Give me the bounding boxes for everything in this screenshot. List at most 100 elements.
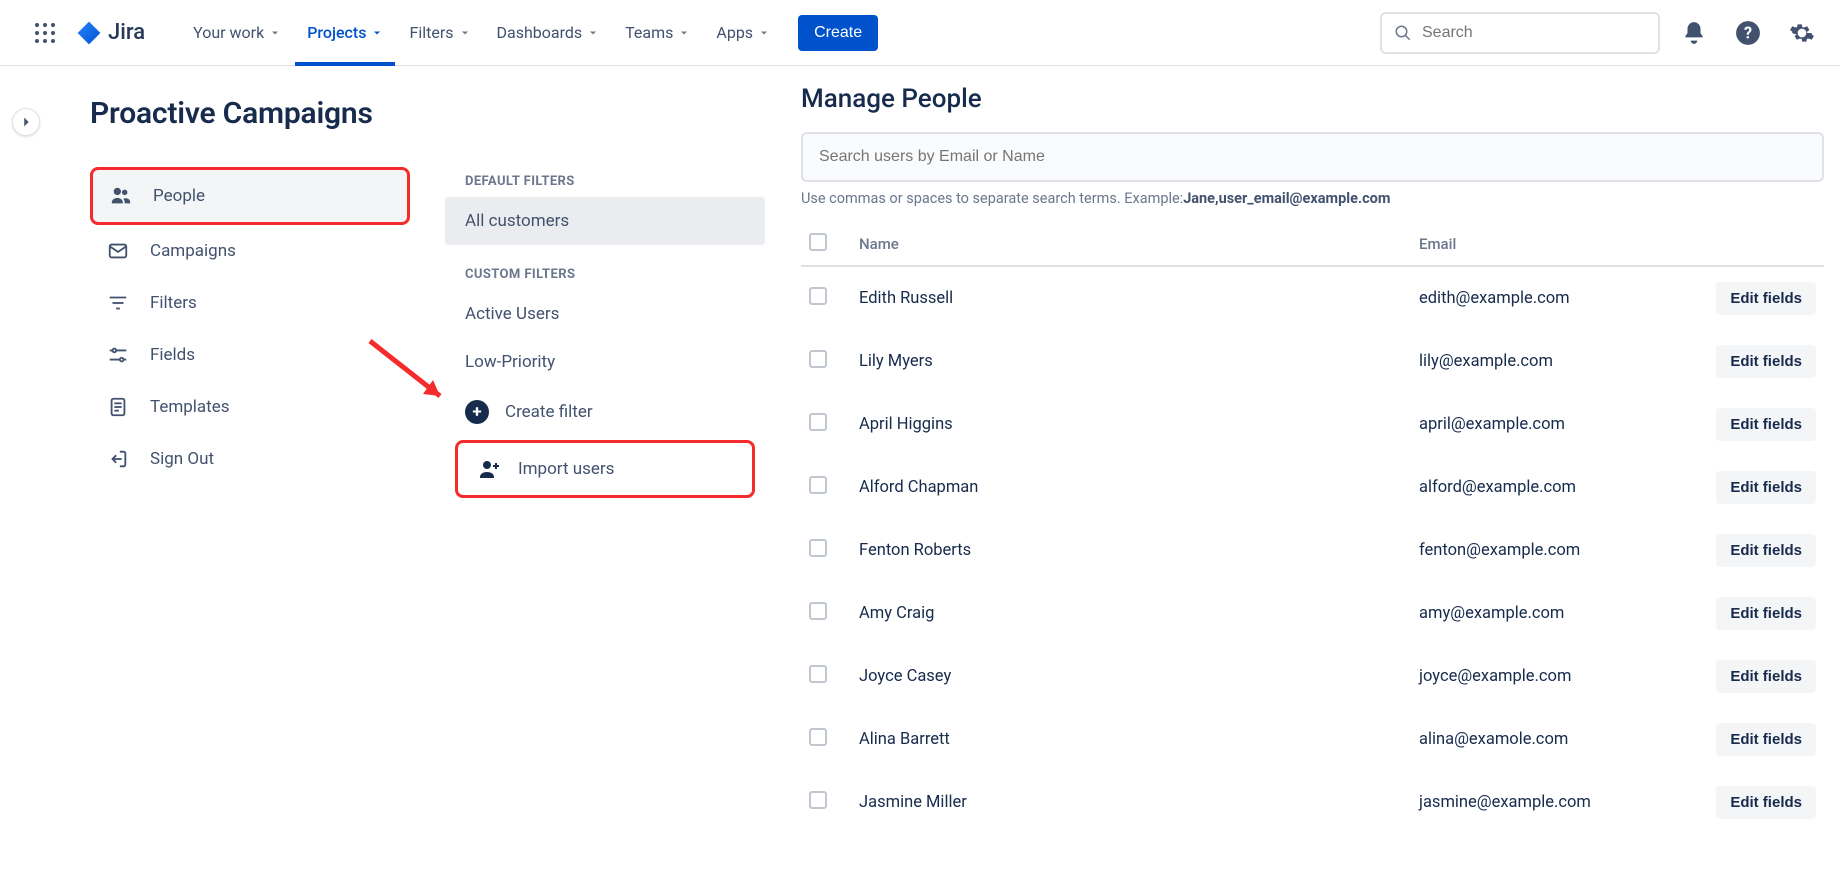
row-name: April Higgins — [851, 393, 1411, 456]
sidebar-item-label: Sign Out — [150, 449, 214, 469]
main-panel: Manage People Use commas or spaces to se… — [765, 66, 1840, 882]
filter-icon — [106, 291, 130, 315]
nav-item-projects[interactable]: Projects — [295, 0, 395, 66]
edit-fields-button[interactable]: Edit fields — [1716, 345, 1816, 378]
userplus-icon — [478, 457, 502, 481]
sidebar-collapse-handle[interactable] — [12, 108, 40, 136]
row-checkbox[interactable] — [809, 539, 827, 557]
mail-icon — [106, 239, 130, 263]
sidebar: Proactive Campaigns People Campaigns Fil… — [0, 66, 445, 882]
select-all-checkbox[interactable] — [809, 233, 827, 251]
chevron-right-icon — [19, 115, 33, 129]
create-button[interactable]: Create — [798, 15, 878, 51]
global-search-input[interactable] — [1422, 24, 1646, 42]
users-tbody: Edith Russell edith@example.com Edit fie… — [801, 266, 1824, 834]
app-switcher-button[interactable] — [28, 16, 62, 50]
edit-fields-button[interactable]: Edit fields — [1716, 723, 1816, 756]
content: Proactive Campaigns People Campaigns Fil… — [0, 66, 1840, 882]
row-name: Jasmine Miller — [851, 771, 1411, 834]
settings-button[interactable] — [1782, 13, 1822, 53]
global-search[interactable] — [1380, 12, 1660, 54]
annotation-arrow — [0, 212, 10, 266]
select-all-cell — [801, 223, 851, 266]
sidebar-item-filters[interactable]: Filters — [90, 277, 410, 329]
edit-fields-button[interactable]: Edit fields — [1716, 786, 1816, 819]
sliders-icon — [106, 343, 130, 367]
row-checkbox[interactable] — [809, 350, 827, 368]
row-name: Amy Craig — [851, 582, 1411, 645]
jira-logo-icon — [76, 20, 102, 46]
nav-item-label: Dashboards — [497, 23, 583, 42]
column-name: Name — [851, 223, 1411, 266]
row-email: alina@examole.com — [1411, 708, 1694, 771]
filter-action-label: Import users — [518, 459, 614, 479]
nav-item-filters[interactable]: Filters — [397, 0, 482, 66]
nav-item-label: Teams — [625, 23, 673, 42]
table-row: Alina Barrett alina@examole.com Edit fie… — [801, 708, 1824, 771]
sidebar-item-label: Campaigns — [150, 241, 236, 261]
row-name: Joyce Casey — [851, 645, 1411, 708]
notifications-button[interactable] — [1674, 13, 1714, 53]
row-email: jasmine@example.com — [1411, 771, 1694, 834]
row-checkbox[interactable] — [809, 602, 827, 620]
sidebar-item-label: Filters — [150, 293, 197, 313]
filter-item-low-priority[interactable]: Low-Priority — [445, 338, 765, 386]
row-name: Alford Chapman — [851, 456, 1411, 519]
edit-fields-button[interactable]: Edit fields — [1716, 660, 1816, 693]
nav-item-apps[interactable]: Apps — [704, 0, 782, 66]
sidebar-item-templates[interactable]: Templates — [90, 381, 410, 433]
chevron-down-icon — [459, 27, 471, 39]
filter-item-label: All customers — [465, 211, 569, 231]
app-grid-icon — [33, 21, 57, 45]
brand-logo[interactable]: Jira — [76, 20, 145, 46]
top-nav: Jira Your work Projects Filters Dashboar… — [0, 0, 1840, 66]
create-filter-button[interactable]: + Create filter — [445, 386, 765, 438]
row-checkbox[interactable] — [809, 791, 827, 809]
filter-item-active-users[interactable]: Active Users — [445, 290, 765, 338]
chevron-down-icon — [758, 27, 770, 39]
nav-item-dashboards[interactable]: Dashboards — [485, 0, 612, 66]
row-name: Fenton Roberts — [851, 519, 1411, 582]
sidebar-item-fields[interactable]: Fields — [90, 329, 410, 381]
main-heading: Manage People — [801, 84, 1824, 114]
row-email: lily@example.com — [1411, 330, 1694, 393]
search-icon — [1394, 24, 1412, 42]
search-users-input[interactable] — [801, 132, 1824, 182]
row-name: Alina Barrett — [851, 708, 1411, 771]
row-checkbox[interactable] — [809, 287, 827, 305]
row-checkbox[interactable] — [809, 665, 827, 683]
gear-icon — [1789, 20, 1815, 46]
help-button[interactable]: ? — [1728, 13, 1768, 53]
nav-item-label: Apps — [716, 23, 753, 42]
users-icon — [109, 184, 133, 208]
sidebar-item-signout[interactable]: Sign Out — [90, 433, 410, 485]
edit-fields-button[interactable]: Edit fields — [1716, 408, 1816, 441]
edit-fields-button[interactable]: Edit fields — [1716, 471, 1816, 504]
table-row: Amy Craig amy@example.com Edit fields — [801, 582, 1824, 645]
row-checkbox[interactable] — [809, 413, 827, 431]
nav-item-teams[interactable]: Teams — [613, 0, 702, 66]
edit-fields-button[interactable]: Edit fields — [1716, 597, 1816, 630]
sidebar-item-campaigns[interactable]: Campaigns — [90, 225, 410, 277]
sidebar-item-people[interactable]: People — [90, 167, 410, 225]
edit-fields-button[interactable]: Edit fields — [1716, 534, 1816, 567]
edit-fields-button[interactable]: Edit fields — [1716, 282, 1816, 315]
import-users-button[interactable]: Import users — [455, 440, 755, 498]
sidebar-item-label: Templates — [150, 397, 230, 417]
nav-item-label: Your work — [193, 23, 264, 42]
row-checkbox[interactable] — [809, 728, 827, 746]
nav-item-your-work[interactable]: Your work — [181, 0, 293, 66]
table-row: Lily Myers lily@example.com Edit fields — [801, 330, 1824, 393]
nav-left: Jira Your work Projects Filters Dashboar… — [28, 0, 878, 66]
table-header-row: Name Email — [801, 223, 1824, 266]
row-email: fenton@example.com — [1411, 519, 1694, 582]
nav-item-label: Projects — [307, 23, 366, 42]
bell-icon — [1681, 20, 1707, 46]
help-icon: ? — [1735, 20, 1761, 46]
nav-right: ? — [1380, 12, 1822, 54]
row-email: amy@example.com — [1411, 582, 1694, 645]
filter-item-all-customers[interactable]: All customers — [445, 197, 765, 245]
row-checkbox[interactable] — [809, 476, 827, 494]
signout-icon — [106, 447, 130, 471]
filter-item-label: Low-Priority — [465, 352, 555, 372]
